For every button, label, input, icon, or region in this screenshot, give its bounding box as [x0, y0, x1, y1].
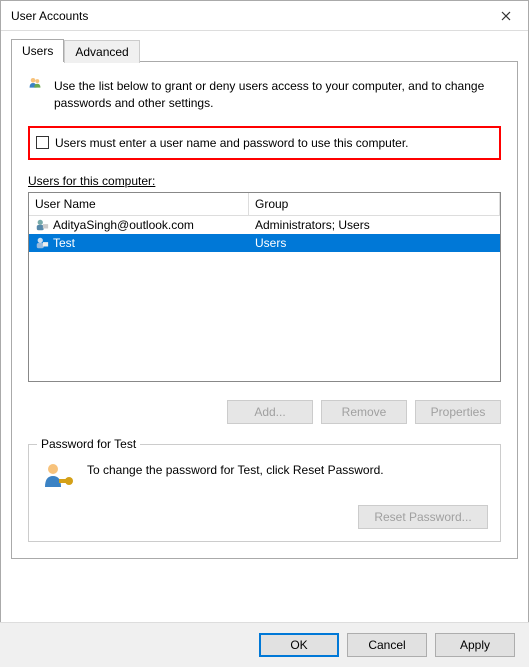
user-row[interactable]: AdityaSingh@outlook.com Administrators; … — [29, 216, 500, 234]
dialog-content: Users Advanced Use the list below to gra… — [1, 31, 528, 570]
user-buttons-row: Add... Remove Properties — [28, 400, 501, 424]
require-password-checkbox[interactable] — [36, 136, 49, 149]
reset-password-button[interactable]: Reset Password... — [358, 505, 488, 529]
user-name-cell: AdityaSingh@outlook.com — [53, 218, 194, 232]
column-group[interactable]: Group — [249, 193, 500, 215]
tab-users[interactable]: Users — [11, 39, 64, 62]
key-user-icon — [41, 459, 75, 493]
window-title: User Accounts — [11, 9, 483, 23]
listview-header: User Name Group — [29, 193, 500, 216]
tab-panel-users: Use the list below to grant or deny user… — [11, 61, 518, 559]
tab-strip: Users Advanced — [11, 39, 518, 62]
password-group-legend: Password for Test — [37, 437, 140, 451]
dialog-button-row: OK Cancel Apply — [0, 622, 529, 667]
titlebar: User Accounts — [1, 1, 528, 31]
password-groupbox: Password for Test To change the password… — [28, 444, 501, 542]
users-listview[interactable]: User Name Group AdityaSingh@outlook.com … — [28, 192, 501, 382]
add-button[interactable]: Add... — [227, 400, 313, 424]
user-name-cell: Test — [53, 236, 75, 250]
apply-button[interactable]: Apply — [435, 633, 515, 657]
user-icon — [35, 218, 49, 232]
properties-button[interactable]: Properties — [415, 400, 501, 424]
column-username[interactable]: User Name — [29, 193, 249, 215]
cancel-button[interactable]: Cancel — [347, 633, 427, 657]
intro-text: Use the list below to grant or deny user… — [54, 76, 501, 112]
require-password-row: Users must enter a user name and passwor… — [28, 126, 501, 160]
users-list-label: Users for this computer: — [28, 174, 501, 188]
require-password-label[interactable]: Users must enter a user name and passwor… — [55, 136, 409, 150]
user-group-cell: Users — [255, 236, 286, 250]
ok-button[interactable]: OK — [259, 633, 339, 657]
close-icon — [501, 11, 511, 21]
users-art-icon — [28, 76, 42, 90]
tab-advanced[interactable]: Advanced — [64, 40, 139, 63]
remove-button[interactable]: Remove — [321, 400, 407, 424]
user-icon — [35, 236, 49, 250]
user-group-cell: Administrators; Users — [255, 218, 370, 232]
password-text: To change the password for Test, click R… — [87, 459, 488, 477]
close-button[interactable] — [483, 1, 528, 31]
intro-row: Use the list below to grant or deny user… — [28, 76, 501, 112]
user-row[interactable]: Test Users — [29, 234, 500, 252]
